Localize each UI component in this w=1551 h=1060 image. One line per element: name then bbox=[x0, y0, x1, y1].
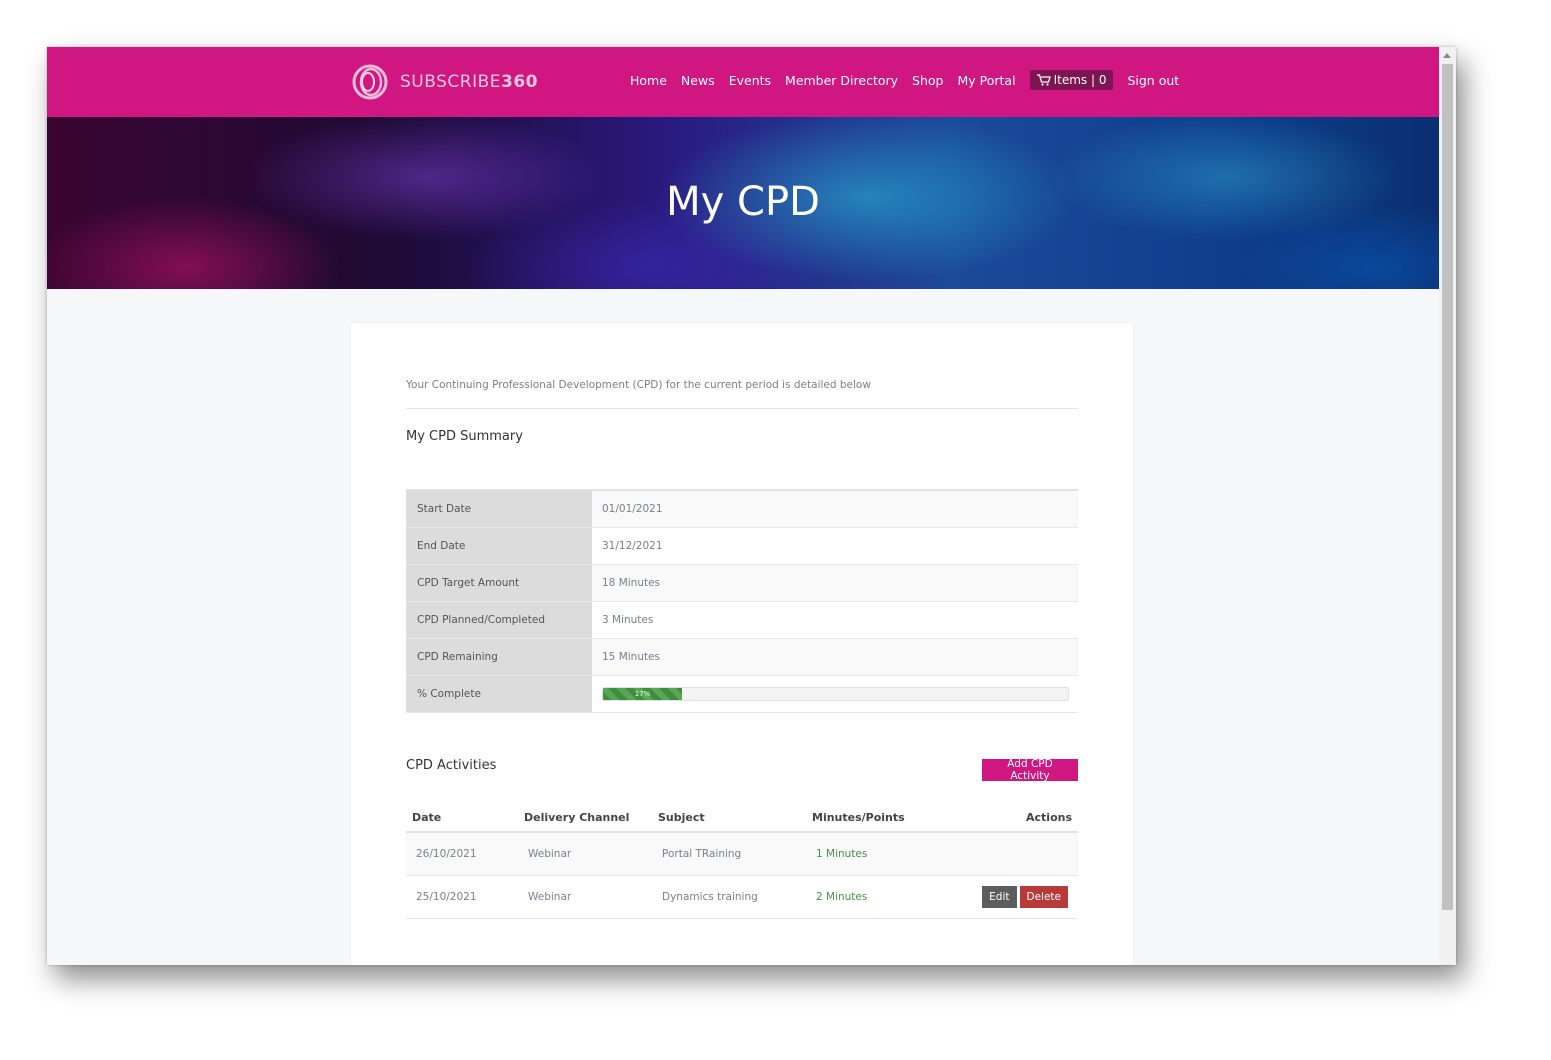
summary-row: End Date 31/12/2021 bbox=[406, 528, 1078, 565]
hero-banner: My CPD bbox=[47, 117, 1439, 289]
cart-icon bbox=[1036, 74, 1051, 86]
cell-minutes: 1 Minutes bbox=[816, 848, 868, 860]
nav-my-portal[interactable]: My Portal bbox=[958, 73, 1016, 88]
summary-title: My CPD Summary bbox=[406, 429, 523, 444]
intro-text: Your Continuing Professional Development… bbox=[406, 379, 871, 391]
cell-date: 25/10/2021 bbox=[416, 891, 477, 903]
vertical-scrollbar[interactable] bbox=[1439, 47, 1456, 965]
summary-label: CPD Target Amount bbox=[406, 565, 592, 601]
cell-channel: Webinar bbox=[528, 891, 572, 903]
column-header-delivery-channel: Delivery Channel bbox=[524, 810, 630, 824]
cell-channel: Webinar bbox=[528, 848, 572, 860]
summary-row: CPD Target Amount 18 Minutes bbox=[406, 565, 1078, 602]
summary-label: % Complete bbox=[406, 676, 592, 712]
cell-minutes: 2 Minutes bbox=[816, 891, 868, 903]
divider bbox=[406, 408, 1078, 409]
logo-rings-icon bbox=[352, 64, 388, 100]
summary-label: CPD Planned/Completed bbox=[406, 602, 592, 638]
nav-shop[interactable]: Shop bbox=[912, 73, 943, 88]
column-header-minutes: Minutes/Points bbox=[812, 810, 905, 824]
add-cpd-activity-button[interactable]: Add CPD Activity bbox=[982, 758, 1078, 782]
browser-window: SUBSCRIBE360 Home News Events Member Dir… bbox=[47, 47, 1456, 965]
brand-logo[interactable]: SUBSCRIBE360 bbox=[350, 63, 538, 101]
column-header-actions: Actions bbox=[1026, 810, 1072, 824]
cell-subject: Dynamics training bbox=[662, 891, 758, 903]
nav-news[interactable]: News bbox=[681, 73, 715, 88]
edit-button[interactable]: Edit bbox=[982, 886, 1017, 908]
summary-value: 15 Minutes bbox=[592, 639, 1078, 675]
cart-label: Items | 0 bbox=[1053, 73, 1107, 87]
table-row: 26/10/2021 Webinar Portal TRaining 1 Min… bbox=[406, 833, 1078, 876]
summary-row: CPD Remaining 15 Minutes bbox=[406, 639, 1078, 676]
nav-sign-out[interactable]: Sign out bbox=[1127, 73, 1179, 88]
summary-value: 17% bbox=[592, 676, 1078, 712]
summary-value: 01/01/2021 bbox=[592, 491, 1078, 527]
progress-bar: 17% bbox=[602, 687, 1069, 701]
scroll-up-arrow-icon[interactable] bbox=[1443, 53, 1451, 58]
column-header-date: Date bbox=[412, 810, 442, 824]
cpd-content-card: Your Continuing Professional Development… bbox=[351, 323, 1133, 965]
cart-button[interactable]: Items | 0 bbox=[1029, 70, 1114, 90]
brand-name: SUBSCRIBE360 bbox=[400, 72, 538, 92]
summary-value: 18 Minutes bbox=[592, 565, 1078, 601]
delete-button[interactable]: Delete bbox=[1019, 886, 1068, 908]
cell-date: 26/10/2021 bbox=[416, 848, 477, 860]
summary-label: End Date bbox=[406, 528, 592, 564]
table-header: Date Delivery Channel Subject Minutes/Po… bbox=[406, 803, 1078, 833]
table-row: 25/10/2021 Webinar Dynamics training 2 M… bbox=[406, 876, 1078, 919]
top-navigation-bar: SUBSCRIBE360 Home News Events Member Dir… bbox=[47, 47, 1439, 117]
cell-subject: Portal TRaining bbox=[662, 848, 742, 860]
summary-row: CPD Planned/Completed 3 Minutes bbox=[406, 602, 1078, 639]
summary-value: 3 Minutes bbox=[602, 614, 654, 626]
summary-label: CPD Remaining bbox=[406, 639, 592, 675]
nav-member-directory[interactable]: Member Directory bbox=[785, 73, 898, 88]
progress-fill: 17% bbox=[603, 688, 683, 700]
cell-actions: Edit Delete bbox=[932, 886, 1078, 908]
summary-value: 31/12/2021 bbox=[602, 540, 663, 552]
column-header-subject: Subject bbox=[658, 810, 705, 824]
page-title: My CPD bbox=[666, 179, 820, 225]
nav-events[interactable]: Events bbox=[729, 73, 771, 88]
cpd-summary-table: Start Date 01/01/2021 End Date 31/12/202… bbox=[406, 489, 1078, 713]
nav-home[interactable]: Home bbox=[630, 73, 667, 88]
main-menu: Home News Events Member Directory Shop M… bbox=[630, 70, 1193, 90]
summary-row-progress: % Complete 17% bbox=[406, 676, 1078, 713]
scrollbar-thumb[interactable] bbox=[1442, 64, 1453, 910]
cpd-activities-table: Date Delivery Channel Subject Minutes/Po… bbox=[406, 803, 1078, 919]
summary-label: Start Date bbox=[406, 491, 592, 527]
summary-row: Start Date 01/01/2021 bbox=[406, 491, 1078, 528]
activities-title: CPD Activities bbox=[406, 758, 497, 773]
